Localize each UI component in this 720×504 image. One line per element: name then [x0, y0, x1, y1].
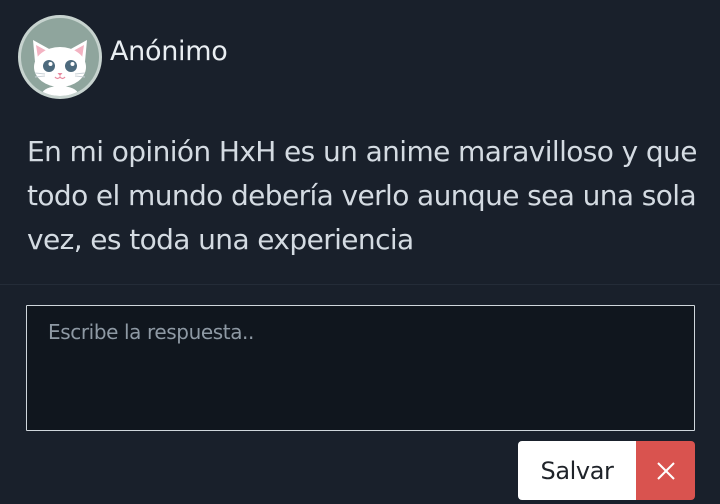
avatar[interactable]: [18, 15, 102, 99]
post-header: Anónimo: [18, 13, 228, 101]
divider: [0, 284, 720, 285]
close-icon: [656, 461, 675, 480]
save-button[interactable]: Salvar: [518, 441, 636, 500]
reply-panel: Anónimo En mi opinión HxH es un anime ma…: [0, 0, 720, 504]
white-cat-avatar-icon: [33, 40, 87, 96]
comment-text: En mi opinión HxH es un anime maravillos…: [27, 135, 697, 256]
reply-actions: Salvar: [518, 441, 695, 500]
close-button[interactable]: [636, 441, 695, 500]
author-name[interactable]: Anónimo: [110, 36, 228, 67]
reply-input[interactable]: [26, 305, 695, 431]
